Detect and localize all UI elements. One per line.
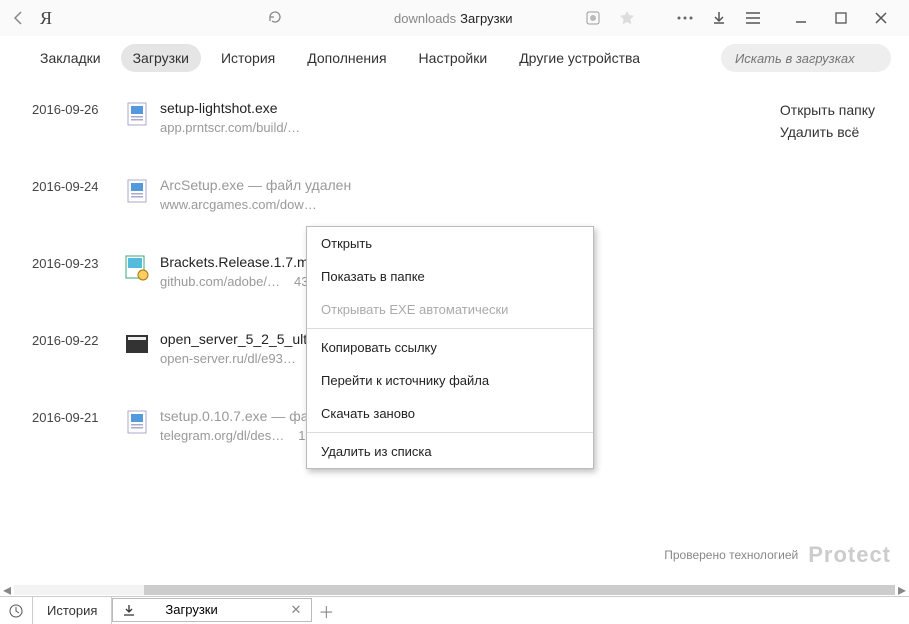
- download-row[interactable]: 2016-09-24 ArcSetup.exe — файл удален ww…: [32, 177, 879, 212]
- close-tab-icon[interactable]: ✕: [291, 602, 302, 618]
- download-date: 2016-09-23: [32, 254, 124, 271]
- download-filename: ArcSetup.exe — файл удален: [160, 177, 351, 193]
- downloads-icon[interactable]: [705, 4, 733, 32]
- download-source: app.prntscr.com/build/…: [160, 120, 300, 135]
- address-bar[interactable]: downloads Загрузки: [268, 10, 579, 26]
- protect-badge-icon[interactable]: [579, 4, 607, 32]
- download-date: 2016-09-24: [32, 177, 124, 194]
- context-menu: ОткрытьПоказать в папкеОткрывать EXE авт…: [306, 226, 594, 469]
- scroll-track[interactable]: [14, 585, 895, 595]
- url-path: downloads: [394, 11, 456, 26]
- bottom-bar: История Загрузки ✕ ＋: [0, 596, 909, 624]
- context-menu-item: Открывать EXE автоматически: [307, 293, 593, 326]
- context-menu-separator: [307, 432, 593, 433]
- download-date: 2016-09-22: [32, 331, 124, 348]
- context-menu-item[interactable]: Удалить из списка: [307, 435, 593, 468]
- horizontal-scrollbar[interactable]: ◂ ▸: [0, 584, 909, 596]
- context-menu-item[interactable]: Копировать ссылку: [307, 331, 593, 364]
- nav-other-devices[interactable]: Другие устройства: [507, 44, 652, 72]
- download-filename: setup-lightshot.exe: [160, 100, 300, 116]
- search-input[interactable]: [735, 51, 877, 66]
- nav-addons[interactable]: Дополнения: [295, 44, 398, 72]
- nav-history[interactable]: История: [209, 44, 287, 72]
- window-maximize-button[interactable]: [821, 4, 861, 32]
- bottombar-history[interactable]: История: [33, 597, 112, 624]
- bottombar-downloads-tab[interactable]: Загрузки ✕: [112, 598, 312, 622]
- reload-icon[interactable]: [268, 10, 284, 26]
- download-row[interactable]: 2016-09-26 setup-lightshot.exe app.prnts…: [32, 100, 879, 135]
- context-menu-separator: [307, 328, 593, 329]
- protect-logo: Protect: [808, 542, 891, 568]
- favorite-star-icon[interactable]: [613, 4, 641, 32]
- nav-downloads[interactable]: Загрузки: [121, 44, 201, 72]
- checked-by-label: Проверено технологией: [664, 548, 798, 562]
- side-actions: Открыть папку Удалить всё: [780, 102, 875, 140]
- context-menu-item[interactable]: Скачать заново: [307, 397, 593, 430]
- context-menu-item[interactable]: Показать в папке: [307, 260, 593, 293]
- file-icon: [124, 100, 150, 128]
- delete-all-link[interactable]: Удалить всё: [780, 124, 875, 140]
- hamburger-menu-icon[interactable]: [739, 4, 767, 32]
- back-button[interactable]: [8, 7, 30, 29]
- search-field[interactable]: [721, 44, 891, 72]
- download-arrow-icon: [123, 604, 135, 616]
- more-menu-icon[interactable]: [671, 4, 699, 32]
- file-icon: [124, 177, 150, 205]
- footer-status: Проверено технологией Protect: [664, 542, 891, 568]
- new-tab-button[interactable]: ＋: [312, 599, 340, 623]
- nav-bar: Закладки Загрузки История Дополнения Нас…: [0, 36, 909, 80]
- context-menu-item[interactable]: Открыть: [307, 227, 593, 260]
- nav-bookmarks[interactable]: Закладки: [28, 44, 113, 72]
- download-source: www.arcgames.com/dow…: [160, 197, 351, 212]
- open-folder-link[interactable]: Открыть папку: [780, 102, 875, 118]
- title-bar: Я downloads Загрузки: [0, 0, 909, 36]
- history-clock-icon[interactable]: [0, 604, 32, 618]
- download-date: 2016-09-26: [32, 100, 124, 117]
- nav-settings[interactable]: Настройки: [407, 44, 500, 72]
- file-icon: [124, 254, 150, 282]
- scroll-right-icon[interactable]: ▸: [895, 584, 909, 596]
- window-minimize-button[interactable]: [781, 4, 821, 32]
- scroll-thumb[interactable]: [144, 585, 895, 595]
- scroll-left-icon[interactable]: ◂: [0, 584, 14, 596]
- file-icon: [124, 331, 150, 359]
- file-icon: [124, 408, 150, 436]
- window-close-button[interactable]: [861, 4, 901, 32]
- content-area: Открыть папку Удалить всё 2016-09-26 set…: [0, 80, 909, 596]
- download-date: 2016-09-21: [32, 408, 124, 425]
- context-menu-item[interactable]: Перейти к источнику файла: [307, 364, 593, 397]
- page-title: Загрузки: [460, 11, 512, 26]
- browser-logo[interactable]: Я: [40, 8, 58, 29]
